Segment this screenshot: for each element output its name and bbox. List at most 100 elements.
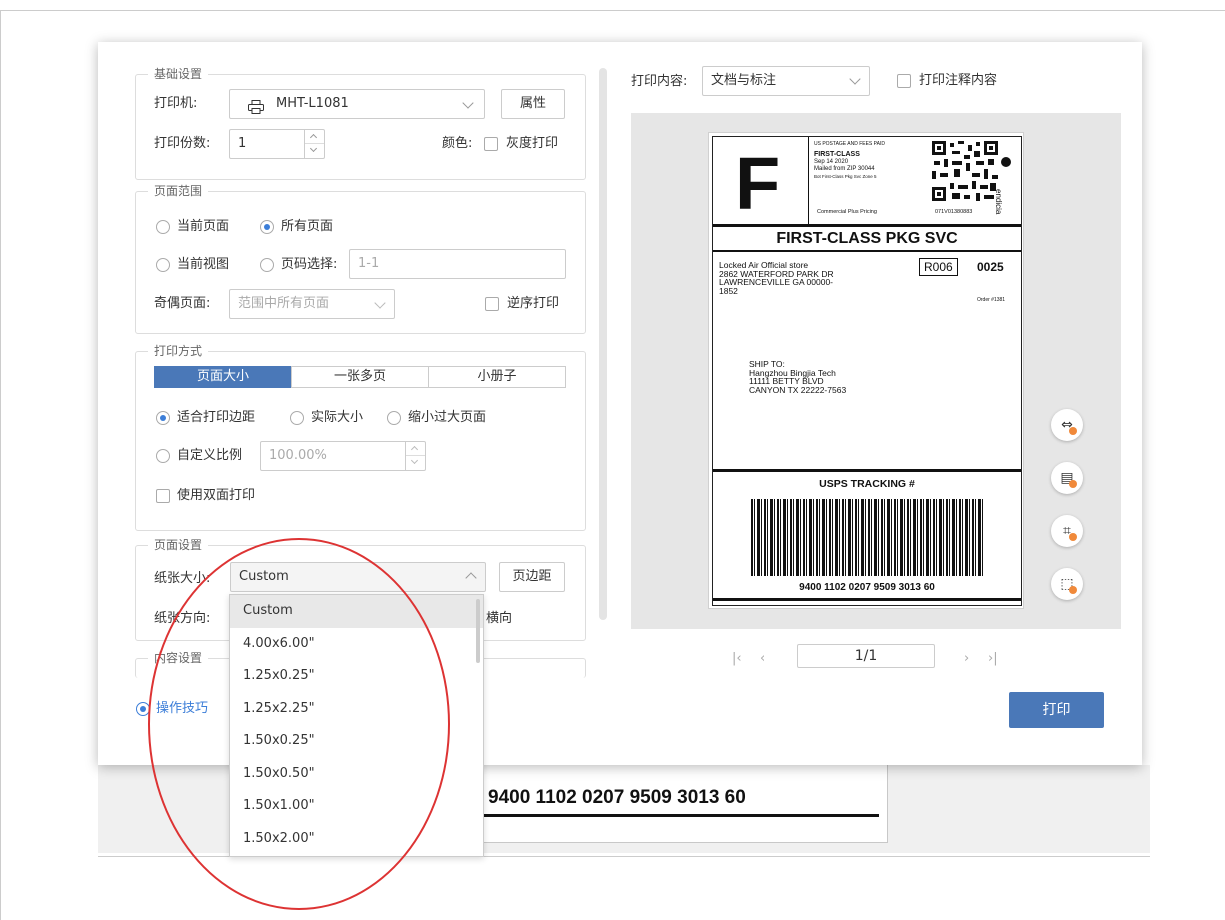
paper-option[interactable]: Custom: [230, 595, 483, 628]
paper-size-select[interactable]: Custom: [230, 562, 486, 592]
label-rule: [713, 224, 1021, 227]
duplex-checkbox[interactable]: [156, 489, 170, 503]
select-area-tool-icon[interactable]: ⬚: [1051, 568, 1083, 600]
tips-link[interactable]: 操作技巧: [156, 700, 208, 718]
actual-size-radio[interactable]: [290, 411, 304, 425]
page-range-group: 页面范围 当前页面 所有页面 当前视图 页码选择: 1-1 奇偶页面: 范围中所…: [135, 183, 586, 334]
copies-input[interactable]: 1: [229, 129, 325, 159]
tips-icon[interactable]: [136, 702, 150, 716]
odd-even-select[interactable]: 范围中所有页面: [229, 289, 395, 319]
shrink-radio[interactable]: [387, 411, 401, 425]
current-page-label: 当前页面: [177, 219, 230, 234]
page-select-label: 页码选择:: [281, 257, 338, 272]
copies-stepper[interactable]: [304, 129, 324, 159]
label-date: Sep 14 2020: [814, 159, 849, 165]
label-ship-to: SHIP TO: Hangzhou Bingjia Tech 11111 BET…: [749, 360, 846, 394]
custom-scale-radio[interactable]: [156, 449, 170, 463]
label-sender: Locked Air Official store 2862 WATERFORD…: [719, 261, 834, 295]
printer-select[interactable]: MHT-L1081: [229, 89, 485, 119]
reverse-label: 逆序打印: [507, 296, 560, 311]
shipping-label: F US POSTAGE AND FEES PAID FIRST-CLASS S…: [708, 132, 1024, 609]
paper-option[interactable]: 1.25x2.25": [230, 693, 483, 726]
basic-settings-group: 基础设置 打印机: MHT-L1081 属性 打印份数: 1 颜色: 灰度打印: [135, 66, 586, 180]
copies-label: 打印份数:: [154, 136, 211, 151]
first-page-icon[interactable]: |‹: [732, 650, 742, 668]
grayscale-label: 灰度打印: [506, 136, 559, 151]
paper-option[interactable]: 1.50x0.50": [230, 758, 483, 791]
qr-code: [932, 141, 998, 201]
label-route-number: 0025: [977, 260, 1004, 274]
crop-tool-icon[interactable]: ⌗: [1051, 515, 1083, 547]
margins-button[interactable]: 页边距: [499, 562, 565, 592]
label-rule: [713, 598, 1021, 601]
page-range-legend: 页面范围: [148, 183, 209, 199]
paper-option[interactable]: 1.50x2.00": [230, 823, 483, 856]
paper-option[interactable]: 1.50x0.25": [230, 725, 483, 758]
page-indicator[interactable]: 1/1: [797, 644, 935, 668]
custom-scale-value: 100.00%: [269, 448, 327, 463]
tracking-barcode: [751, 499, 983, 576]
tab-booklet[interactable]: 小册子: [428, 366, 566, 388]
document-page: 9400 1102 0207 9509 3013 60: [483, 765, 888, 843]
paper-size-dropdown[interactable]: Custom 4.00x6.00" 1.25x0.25" 1.25x2.25" …: [229, 594, 484, 857]
label-tracking-title: USPS TRACKING #: [819, 478, 915, 490]
dropdown-scrollbar[interactable]: [476, 599, 480, 663]
paper-option[interactable]: 4.00x6.00": [230, 628, 483, 661]
panel-scrollbar[interactable]: [599, 68, 607, 620]
label-service-line: Bot First-Class Pkg Svc Zone 5: [814, 174, 877, 179]
next-page-icon[interactable]: ›: [964, 650, 969, 668]
label-postage-header: US POSTAGE AND FEES PAID: [814, 141, 885, 147]
document-rule: [484, 814, 879, 817]
print-content-value: 文档与标注: [711, 73, 777, 88]
sender-line: 1852: [719, 285, 738, 296]
label-account: 071V01380883: [935, 209, 973, 215]
odd-even-label: 奇偶页面:: [154, 296, 211, 311]
label-pricing: Commercial Plus Pricing: [817, 209, 877, 215]
scale-stepper[interactable]: [405, 441, 425, 471]
print-content-select[interactable]: 文档与标注: [702, 66, 870, 96]
chevron-down-icon: [462, 97, 474, 109]
duplex-label: 使用双面打印: [177, 488, 256, 503]
page-setup-legend: 页面设置: [148, 537, 209, 553]
all-pages-radio[interactable]: [260, 220, 274, 234]
content-setup-legend: 内容设置: [148, 650, 209, 666]
label-order: Order #1381: [977, 297, 1006, 303]
fit-content-tool-icon[interactable]: ▤: [1051, 462, 1083, 494]
stepper-down[interactable]: [406, 456, 425, 471]
print-annotations-checkbox[interactable]: [897, 74, 911, 88]
paper-option[interactable]: 1.25x0.25": [230, 660, 483, 693]
stepper-up[interactable]: [305, 129, 324, 144]
stepper-up[interactable]: [406, 441, 425, 456]
label-border: F US POSTAGE AND FEES PAID FIRST-CLASS S…: [712, 136, 1022, 606]
paper-option[interactable]: 1.50x1.00": [230, 790, 483, 823]
fit-margins-radio[interactable]: [156, 411, 170, 425]
printer-value: MHT-L1081: [276, 96, 349, 111]
grayscale-checkbox[interactable]: [484, 137, 498, 151]
print-button[interactable]: 打印: [1009, 692, 1104, 728]
current-view-radio[interactable]: [156, 258, 170, 272]
tab-page-size[interactable]: 页面大小: [154, 366, 292, 388]
orientation-label: 纸张方向:: [154, 611, 211, 626]
page-select-input[interactable]: 1-1: [349, 249, 566, 279]
printer-label: 打印机:: [154, 96, 198, 111]
label-mailed-from: Mailed from ZIP 30044: [814, 166, 875, 172]
actual-size-label: 实际大小: [311, 410, 364, 425]
orientation-landscape-label: 横向: [486, 611, 513, 626]
custom-scale-label: 自定义比例: [177, 448, 243, 463]
custom-scale-input[interactable]: 100.00%: [260, 441, 426, 471]
reverse-checkbox[interactable]: [485, 297, 499, 311]
last-page-icon[interactable]: ›|: [988, 650, 998, 668]
stepper-down[interactable]: [305, 144, 324, 159]
tab-multi-page[interactable]: 一张多页: [291, 366, 429, 388]
current-page-radio[interactable]: [156, 220, 170, 234]
fit-page-tool-icon[interactable]: ⇔: [1051, 409, 1083, 441]
label-service-letter: F: [735, 142, 781, 225]
all-pages-label: 所有页面: [281, 219, 334, 234]
paper-size-label: 纸张大小:: [154, 571, 211, 586]
label-rule: [713, 250, 1021, 252]
label-tracking-number: 9400 1102 0207 9509 3013 60: [799, 582, 935, 593]
properties-button[interactable]: 属性: [501, 89, 565, 119]
print-preview: F US POSTAGE AND FEES PAID FIRST-CLASS S…: [631, 113, 1121, 629]
prev-page-icon[interactable]: ‹: [760, 650, 765, 668]
page-select-radio[interactable]: [260, 258, 274, 272]
